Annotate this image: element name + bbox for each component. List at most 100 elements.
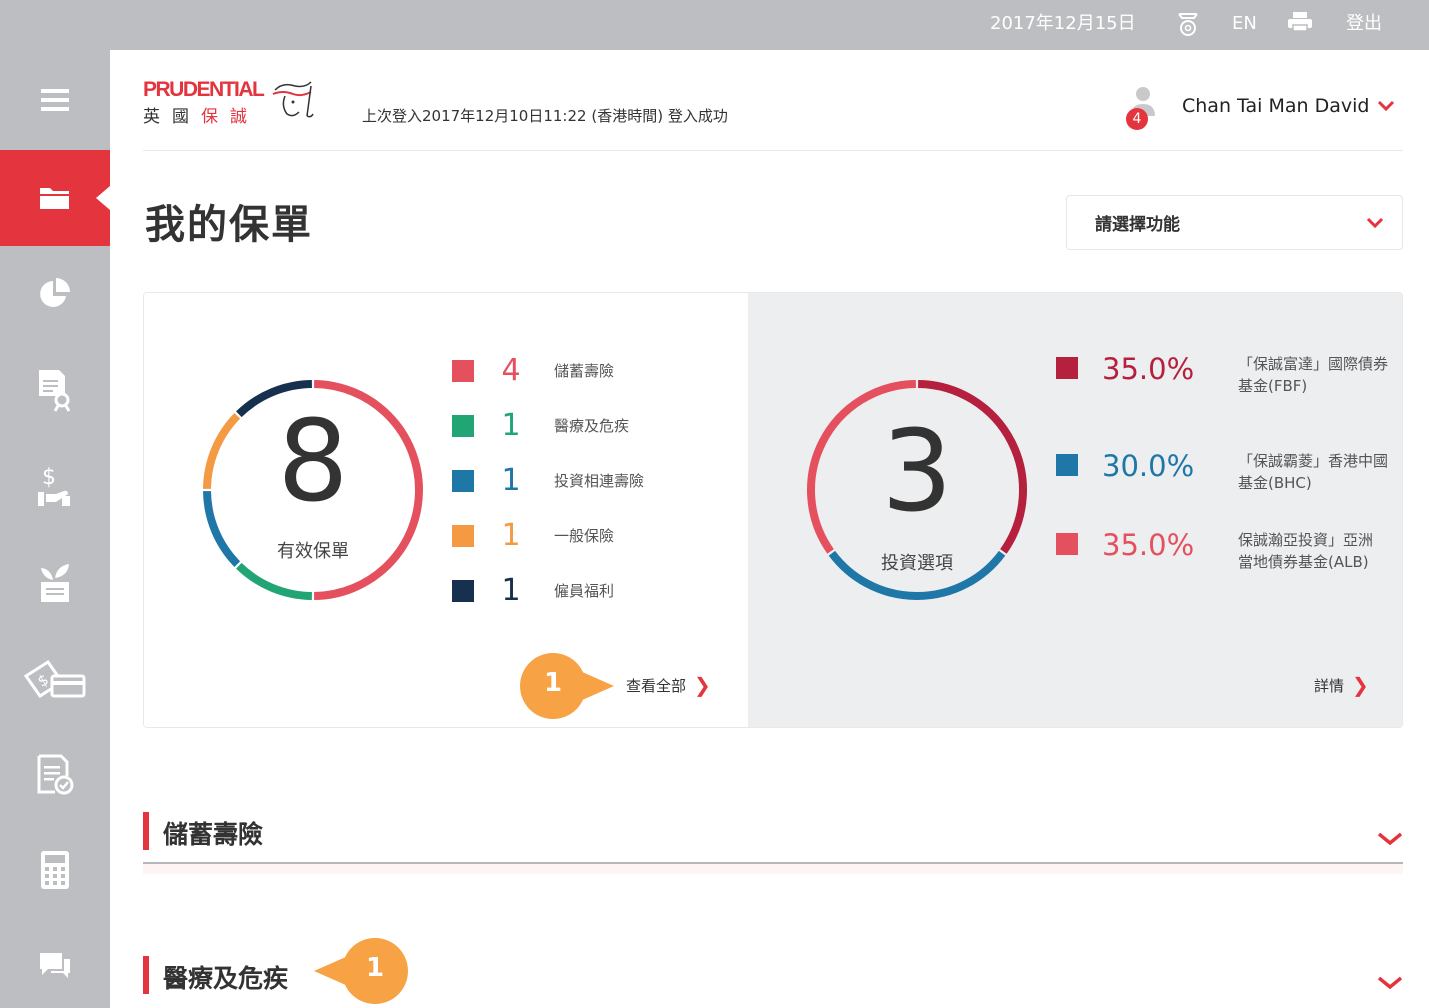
fund-swatch: [1056, 533, 1078, 555]
money-card-icon: $: [24, 659, 86, 698]
sidebar-item-calculator[interactable]: [0, 822, 110, 918]
legend-item: 1 僱員福利: [452, 573, 614, 608]
last-login-info: 上次登入2017年12月10日11:22 (香港時間) 登入成功: [362, 107, 728, 125]
legend-label: 儲蓄壽險: [554, 362, 615, 380]
fund-name: 保誠瀚亞投資」亞洲 當地債券基金(ALB): [1238, 529, 1402, 573]
sidebar-item-claims[interactable]: [0, 342, 110, 438]
current-date: 2017年12月15日: [990, 13, 1136, 34]
fund-name-line: 「保誠富達」國際債券: [1238, 355, 1389, 373]
donut-segment: [236, 562, 313, 600]
language-toggle[interactable]: EN: [1232, 12, 1257, 36]
logo-char: 國: [172, 107, 201, 127]
sidebar-item-forms[interactable]: [0, 726, 110, 822]
section-accent: [143, 812, 149, 850]
sidebar-item-growth[interactable]: [0, 534, 110, 630]
top-bar: 2017年12月15日 EN 登出: [0, 0, 1429, 50]
dollar-hand-icon: $: [38, 465, 70, 506]
legend-swatch: [452, 414, 474, 437]
legend-count: 1: [501, 408, 521, 443]
legend-count: 1: [501, 518, 521, 553]
section-shadow: [143, 864, 1403, 874]
legend-label: 僱員福利: [554, 582, 615, 600]
fund-item: 35.0% 保誠瀚亞投資」亞洲 當地債券基金(ALB): [1056, 528, 1402, 573]
fund-name-line: 保誠瀚亞投資」亞洲: [1238, 531, 1374, 549]
mail-at-icon[interactable]: [1176, 10, 1200, 45]
logout-link[interactable]: 登出: [1346, 12, 1382, 36]
fund-name-line: 基金(BHC): [1238, 474, 1312, 492]
prudential-logo[interactable]: PRUDENTIAL 英國保誠: [143, 78, 323, 128]
legend-label: 一般保險: [554, 527, 615, 545]
chat-icon: [40, 953, 70, 978]
policy-total-label: 有效保單: [277, 541, 349, 562]
sidebar-item-my-policies[interactable]: [0, 150, 110, 246]
chevron-down-icon: [1366, 217, 1384, 229]
avatar: 4: [1120, 86, 1160, 130]
summary-card: 8 有效保單 4 儲蓄壽險 1 醫療及危疾 1 投資相連壽險 1 一般保險 1 …: [143, 292, 1403, 728]
sidebar-item-portfolio[interactable]: [0, 246, 110, 342]
callout-number: 1: [365, 953, 385, 983]
investment-total-label: 投資選項: [881, 553, 953, 574]
user-name: Chan Tai Man David: [1182, 95, 1370, 117]
logo-char: 英: [143, 107, 172, 127]
legend-swatch: [452, 579, 474, 602]
legend-item: 1 一般保險: [452, 518, 614, 553]
page-title: 我的保單: [145, 202, 313, 248]
fund-percent: 35.0%: [1102, 352, 1195, 386]
legend-count: 4: [501, 353, 521, 388]
main-panel: PRUDENTIAL 英國保誠 上次登入2017年12月10日11:22 (香港…: [110, 50, 1429, 1008]
chevron-down-icon: [1377, 976, 1403, 990]
document-check-icon: [37, 754, 74, 795]
fund-name-line: 當地債券基金(ALB): [1238, 553, 1369, 571]
fund-name-line: 「保誠霸菱」香港中國: [1238, 452, 1389, 470]
sidebar: $ $: [0, 50, 110, 1008]
callout-number: 1: [543, 668, 563, 698]
hamburger-icon: [41, 89, 69, 111]
section-title: 醫療及危疾: [163, 964, 289, 993]
chevron-down-icon: [1378, 100, 1395, 112]
tutorial-callout: 1: [312, 938, 408, 1004]
details-label: 詳情: [1314, 676, 1345, 695]
pie-chart-icon: [40, 278, 70, 307]
svg-text:$: $: [35, 670, 52, 690]
legend-item: 1 醫療及危疾: [452, 408, 629, 443]
legend-swatch: [452, 524, 474, 547]
folder-icon: [40, 188, 69, 209]
fund-name: 「保誠霸菱」香港中國 基金(BHC): [1238, 450, 1402, 494]
fund-name: 「保誠富達」國際債券 基金(FBF): [1238, 353, 1402, 397]
fund-percent: 30.0%: [1102, 449, 1195, 483]
user-menu[interactable]: 4 Chan Tai Man David: [1120, 86, 1395, 130]
legend-swatch: [452, 359, 474, 382]
fund-item: 35.0% 「保誠富達」國際債券 基金(FBF): [1056, 352, 1402, 397]
prudence-figure-icon: [272, 81, 314, 118]
svg-text:$: $: [42, 465, 56, 490]
view-all-link[interactable]: 查看全部 ❯: [626, 673, 711, 697]
investment-donut: 3 投資選項: [804, 377, 1030, 603]
view-all-label: 查看全部: [626, 676, 687, 695]
logo-wordmark: PRUDENTIAL: [143, 78, 265, 101]
legend-label: 投資相連壽險: [554, 472, 645, 490]
chevron-right-icon: ❯: [694, 673, 711, 697]
policy-summary: 8 有效保單 4 儲蓄壽險 1 醫療及危疾 1 投資相連壽險 1 一般保險 1 …: [144, 293, 748, 727]
details-link[interactable]: 詳情 ❯: [1314, 673, 1369, 697]
printer-icon[interactable]: [1287, 10, 1313, 41]
section-savings[interactable]: 儲蓄壽險: [143, 812, 1403, 882]
legend-label: 醫療及危疾: [554, 417, 630, 435]
fund-item: 30.0% 「保誠霸菱」香港中國 基金(BHC): [1056, 449, 1402, 494]
fund-swatch: [1056, 357, 1078, 379]
legend-count: 1: [501, 463, 521, 498]
section-title: 儲蓄壽險: [163, 820, 264, 849]
sidebar-item-cash-card[interactable]: $: [0, 630, 110, 726]
function-select[interactable]: 請選擇功能: [1066, 195, 1403, 250]
fund-percent: 35.0%: [1102, 528, 1195, 562]
fund-swatch: [1056, 454, 1078, 476]
legend-item: 1 投資相連壽險: [452, 463, 644, 498]
sidebar-item-menu[interactable]: [0, 52, 110, 148]
logo-chinese: 英國保誠: [143, 102, 259, 127]
plant-document-icon: [41, 564, 69, 602]
section-accent: [143, 956, 149, 994]
sidebar-item-payment[interactable]: $: [0, 438, 110, 534]
policy-total: 8: [277, 397, 349, 527]
notification-badge: 4: [1126, 108, 1148, 130]
sidebar-item-chat[interactable]: [0, 918, 110, 1008]
function-select-label: 請選擇功能: [1095, 215, 1180, 235]
